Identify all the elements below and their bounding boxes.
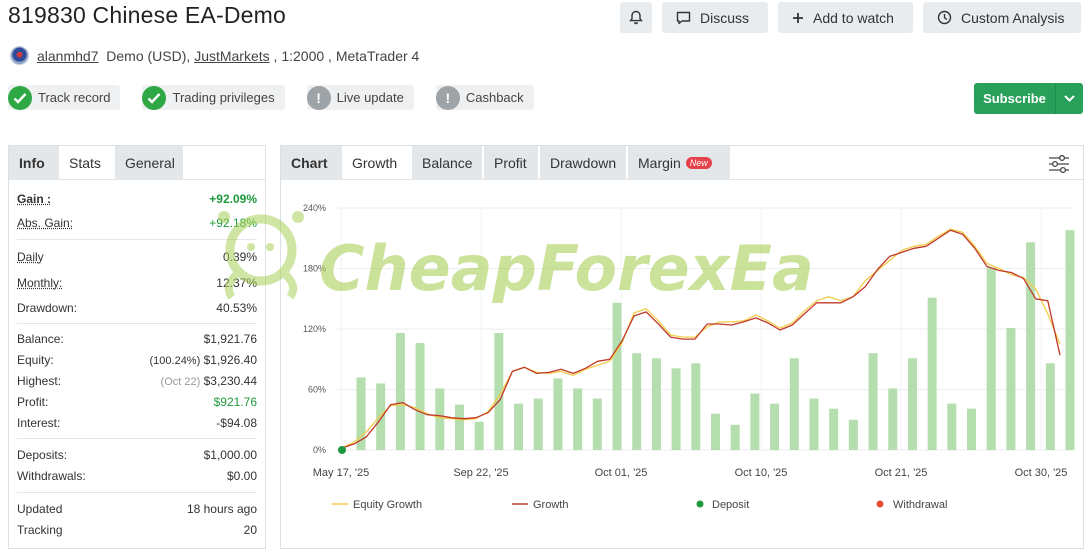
chart-bar xyxy=(454,404,464,450)
legend-label: Growth xyxy=(533,499,568,511)
x-tick-label: Sep 22, '25 xyxy=(453,467,508,479)
chart-bar xyxy=(770,403,780,450)
x-tick-label: Oct 01, '25 xyxy=(595,467,648,479)
chart-bar xyxy=(986,267,996,450)
chart-bar xyxy=(1026,242,1036,450)
x-tick-label: Oct 30, '25 xyxy=(1015,467,1068,479)
legend-label: Withdrawal xyxy=(893,499,947,511)
chart-bar xyxy=(376,383,386,450)
chart-bar xyxy=(592,398,602,450)
x-tick-label: May 17, '25 xyxy=(313,467,370,479)
chart-bar xyxy=(829,408,839,450)
chart-bar xyxy=(730,424,740,450)
chart-bar xyxy=(415,343,425,450)
chart-bar xyxy=(888,388,898,450)
chart-bar xyxy=(1045,363,1055,450)
chart-bar xyxy=(927,297,937,450)
chart-bar xyxy=(651,358,661,450)
legend-withdrawal-swatch xyxy=(876,500,884,508)
chart-bar xyxy=(711,413,720,450)
chart-bar xyxy=(1065,230,1075,450)
chart-bar xyxy=(907,358,917,450)
y-tick-label: 60% xyxy=(308,385,326,395)
chart-bar xyxy=(553,378,563,450)
deposit-point xyxy=(338,446,346,454)
chart-bar xyxy=(947,403,957,450)
legend-deposit-swatch xyxy=(696,500,704,508)
chart-bar xyxy=(612,302,622,450)
x-tick-label: Oct 21, '25 xyxy=(875,467,928,479)
chart-bar xyxy=(967,408,977,450)
chart-bar xyxy=(514,403,524,450)
chart-bar xyxy=(632,353,642,450)
chart-bar xyxy=(474,421,484,450)
y-tick-label: 240% xyxy=(303,203,326,213)
growth-chart: 0% 60% 120% 180% 240% May 17, '25 Sep 22, '25 O… xyxy=(303,203,1075,511)
chart-bar xyxy=(750,393,760,450)
chart-bar xyxy=(435,388,445,450)
chart-bar xyxy=(789,358,799,450)
chart-bar xyxy=(1006,327,1016,450)
chart-bar xyxy=(573,388,583,450)
chart-bar xyxy=(691,363,701,450)
chart-bar xyxy=(533,398,543,450)
chart-bar xyxy=(395,333,405,450)
chart-bar xyxy=(868,353,878,450)
y-tick-label: 0% xyxy=(313,445,326,455)
chart-bar xyxy=(848,419,858,450)
y-tick-label: 120% xyxy=(303,324,326,334)
chart-bar xyxy=(671,368,681,450)
legend-label: Deposit xyxy=(712,499,749,511)
chart-bar xyxy=(809,398,819,450)
x-tick-label: Oct 10, '25 xyxy=(735,467,788,479)
legend-label: Equity Growth xyxy=(353,499,422,511)
y-tick-label: 180% xyxy=(303,264,326,274)
